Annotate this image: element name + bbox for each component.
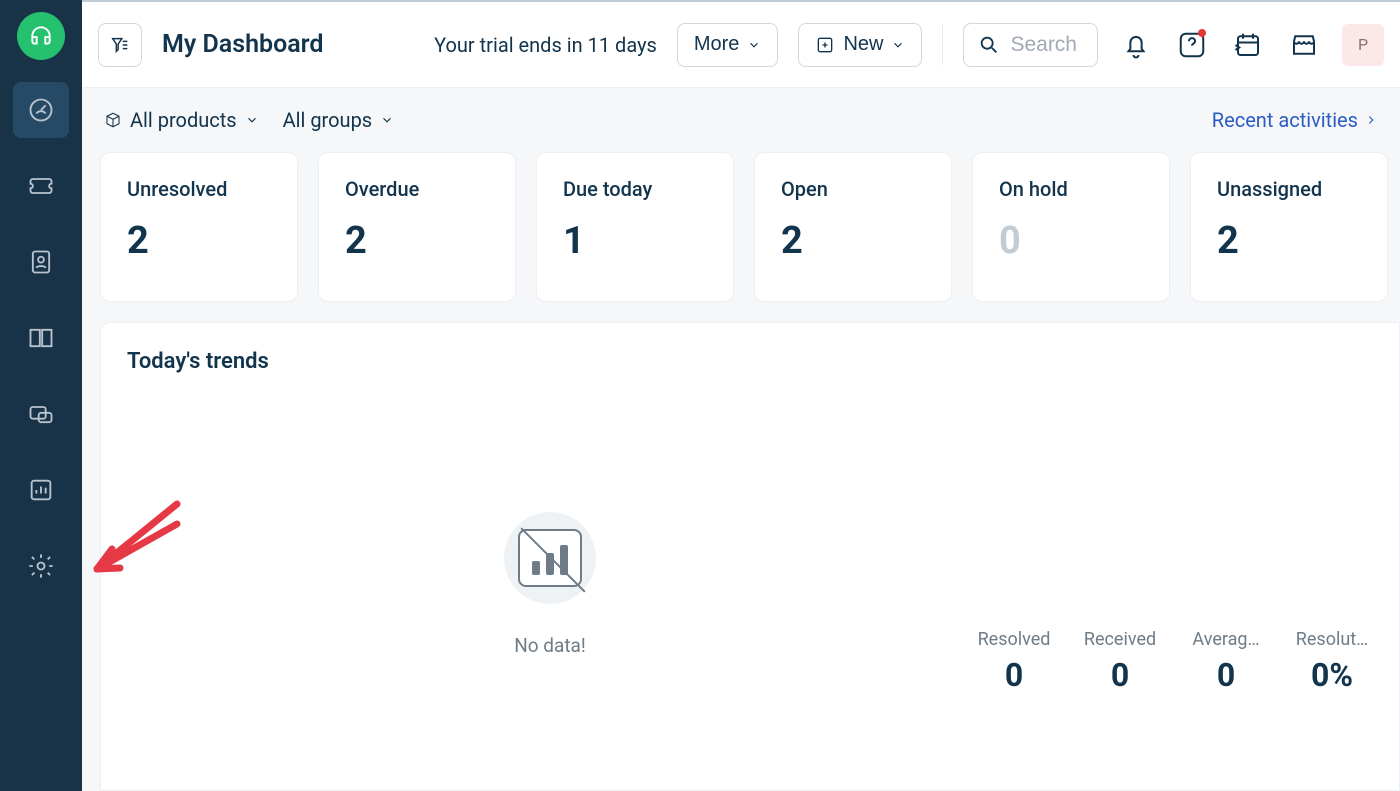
trend-stat: Received 0 xyxy=(1079,629,1161,694)
marketplace-button[interactable] xyxy=(1286,27,1322,63)
metric-label: Due today xyxy=(563,177,707,201)
main-content: My Dashboard Your trial ends in 11 days … xyxy=(82,0,1400,791)
chevron-down-icon xyxy=(380,113,394,127)
search-icon xyxy=(978,34,1000,56)
nav-tickets[interactable] xyxy=(13,158,69,214)
chevron-down-icon xyxy=(891,38,905,52)
metric-value: 0 xyxy=(999,219,1143,263)
nav-settings[interactable] xyxy=(13,538,69,594)
plus-square-icon xyxy=(815,35,835,55)
metric-label: Unresolved xyxy=(127,177,271,201)
no-data-icon xyxy=(504,512,596,604)
help-button[interactable] xyxy=(1174,27,1210,63)
user-avatar[interactable]: P xyxy=(1342,24,1384,66)
stat-value: 0 xyxy=(1111,656,1129,694)
nav-contacts[interactable] xyxy=(13,234,69,290)
bell-icon xyxy=(1121,30,1151,60)
stat-label: Resolut… xyxy=(1296,629,1368,650)
trend-stat: Resolut… 0% xyxy=(1291,629,1373,694)
metric-card[interactable]: Open 2 xyxy=(754,152,952,302)
notification-dot xyxy=(1198,29,1206,37)
trends-title: Today's trends xyxy=(127,349,1373,374)
metric-label: On hold xyxy=(999,177,1143,201)
chevron-down-icon xyxy=(245,113,259,127)
metric-card[interactable]: On hold 0 xyxy=(972,152,1170,302)
notifications-button[interactable] xyxy=(1118,27,1154,63)
calendar-button[interactable] xyxy=(1230,27,1266,63)
new-label: New xyxy=(843,33,883,56)
chevron-down-icon xyxy=(747,38,761,52)
groups-label: All groups xyxy=(283,108,373,132)
trend-stat: Resolved 0 xyxy=(973,629,1055,694)
page-title: My Dashboard xyxy=(162,30,324,59)
gauge-icon xyxy=(27,96,55,124)
stat-label: Averag… xyxy=(1192,629,1259,650)
metric-value: 2 xyxy=(345,219,489,263)
stat-label: Resolved xyxy=(978,629,1051,650)
nav-dashboard[interactable] xyxy=(13,82,69,138)
brand-logo[interactable] xyxy=(17,12,65,60)
groups-filter[interactable]: All groups xyxy=(283,108,395,132)
sidebar xyxy=(0,0,82,791)
metric-card[interactable]: Overdue 2 xyxy=(318,152,516,302)
chart-icon xyxy=(27,476,55,504)
no-data-text: No data! xyxy=(514,634,586,657)
metric-label: Unassigned xyxy=(1217,177,1361,201)
ticket-icon xyxy=(27,172,55,200)
stat-value: 0% xyxy=(1311,656,1353,694)
search-button[interactable]: Search xyxy=(963,23,1098,67)
trends-stats: Resolved 0 Received 0 Averag… 0 Resolut… 0% xyxy=(973,404,1373,764)
filter-icon xyxy=(109,34,131,56)
avatar-initial: P xyxy=(1358,35,1368,54)
cube-icon xyxy=(104,111,122,129)
store-icon xyxy=(1289,30,1319,60)
search-placeholder: Search xyxy=(1010,33,1077,57)
metric-value: 2 xyxy=(781,219,925,263)
topbar: My Dashboard Your trial ends in 11 days … xyxy=(82,0,1400,88)
gear-icon xyxy=(27,552,55,580)
stat-label: Received xyxy=(1084,629,1156,650)
nav-solutions[interactable] xyxy=(13,310,69,366)
nav-chat[interactable] xyxy=(13,386,69,442)
book-icon xyxy=(27,324,55,352)
more-label: More xyxy=(694,33,740,56)
metric-card[interactable]: Unassigned 2 xyxy=(1190,152,1388,302)
stat-value: 0 xyxy=(1217,656,1235,694)
metric-card[interactable]: Due today 1 xyxy=(536,152,734,302)
headset-icon xyxy=(28,23,54,49)
metric-value: 2 xyxy=(1217,219,1361,263)
chevron-right-icon xyxy=(1364,113,1378,127)
metric-label: Open xyxy=(781,177,925,201)
metric-card[interactable]: Unresolved 2 xyxy=(100,152,298,302)
metric-value: 2 xyxy=(127,219,271,263)
trend-stat: Averag… 0 xyxy=(1185,629,1267,694)
calendar-icon xyxy=(1233,30,1263,60)
products-filter[interactable]: All products xyxy=(104,108,259,132)
nav-reports[interactable] xyxy=(13,462,69,518)
metric-cards-row: Unresolved 2 Overdue 2 Due today 1 Open 2 On hol… xyxy=(82,152,1400,302)
metric-label: Overdue xyxy=(345,177,489,201)
trial-notice: Your trial ends in 11 days xyxy=(434,33,657,57)
recent-label: Recent activities xyxy=(1212,108,1358,132)
trends-panel: Today's trends No data! Resolved0Receive… xyxy=(100,322,1400,791)
more-dropdown[interactable]: More xyxy=(677,23,779,67)
recent-activities-link[interactable]: Recent activities xyxy=(1212,108,1378,132)
chat-icon xyxy=(27,400,55,428)
separator xyxy=(942,25,943,65)
metric-value: 1 xyxy=(563,219,707,263)
new-dropdown[interactable]: New xyxy=(798,23,922,67)
stat-value: 0 xyxy=(1005,656,1023,694)
trends-chart-area: No data! xyxy=(127,404,973,764)
contact-icon xyxy=(27,248,55,276)
filter-toggle-button[interactable] xyxy=(98,23,142,67)
filter-bar: All products All groups Recent activitie… xyxy=(82,88,1400,152)
products-label: All products xyxy=(130,108,237,132)
